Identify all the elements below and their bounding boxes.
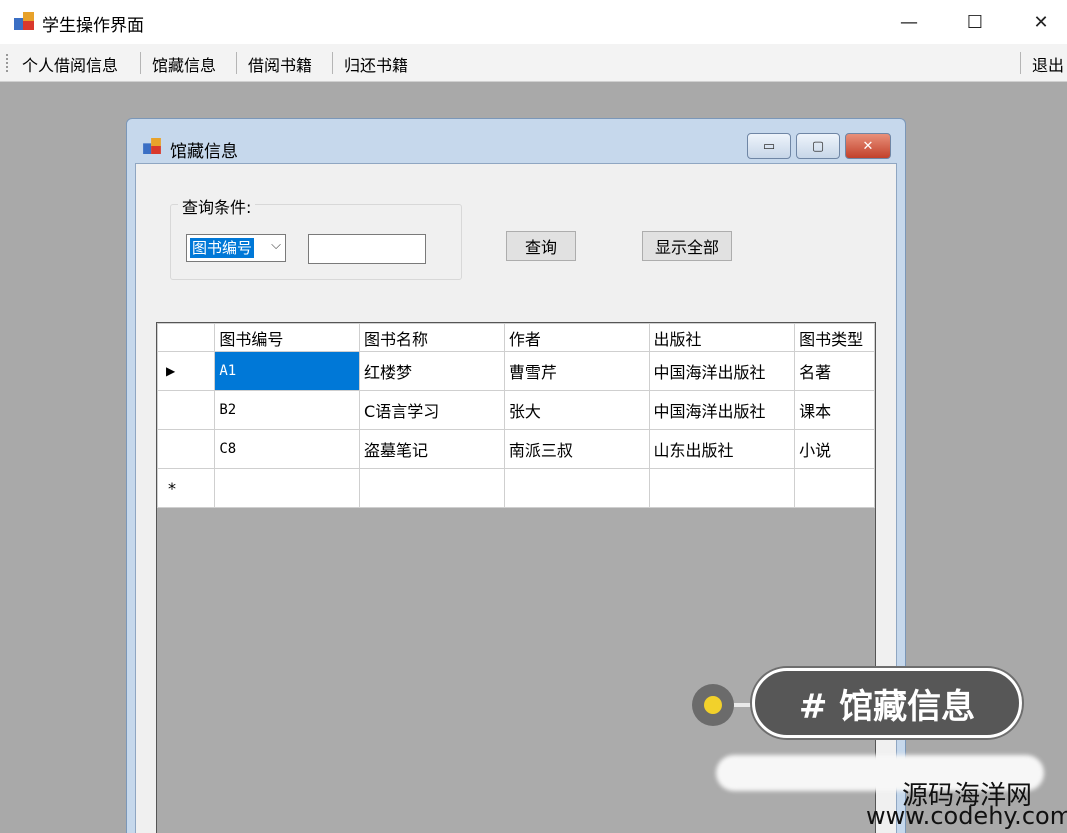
menu-item-exit[interactable]: 退出 (1032, 52, 1064, 76)
toolstrip-grip[interactable] (6, 54, 8, 72)
maximize-icon: ☐ (966, 11, 984, 33)
child-window-title: 馆藏信息 (170, 142, 238, 162)
table-cell[interactable]: 小说 (794, 429, 875, 469)
table-cell[interactable]: 中国海洋出版社 (648, 390, 796, 430)
grid-header-row: 图书编号 图书名称 作者 出版社 图书类型 (157, 323, 875, 352)
maximize-button[interactable]: ☐ (942, 0, 1008, 44)
table-cell[interactable]: 张大 (503, 390, 650, 430)
menu-item-personal-borrow[interactable]: 个人借阅信息 (22, 52, 118, 76)
table-cell[interactable]: C8 (214, 429, 361, 469)
column-header[interactable]: 作者 (503, 323, 650, 352)
menu-item-collection[interactable]: 馆藏信息 (152, 52, 216, 76)
table-cell[interactable]: A1 (214, 351, 361, 391)
window-title: 学生操作界面 (42, 16, 144, 36)
minimize-icon: — (900, 11, 918, 33)
child-minimize-button[interactable]: ▭ (747, 133, 791, 159)
table-cell[interactable]: 课本 (794, 390, 875, 430)
menu-separator (1020, 52, 1021, 74)
table-cell[interactable] (359, 468, 505, 508)
column-header[interactable]: 出版社 (648, 323, 796, 352)
table-cell[interactable] (214, 468, 361, 508)
column-header[interactable]: 图书类型 (794, 323, 875, 352)
table-cell[interactable]: 名著 (794, 351, 875, 391)
menu-separator (140, 52, 141, 74)
close-icon: ✕ (862, 138, 874, 154)
table-cell[interactable] (503, 468, 650, 508)
menu-separator (236, 52, 237, 74)
search-field-select[interactable]: 图书编号 ⌵ (186, 234, 286, 262)
table-cell[interactable]: 盗墓笔记 (359, 429, 505, 469)
search-field-selected: 图书编号 (190, 238, 255, 258)
query-button[interactable]: 查询 (506, 231, 576, 261)
section-tag: # 馆藏信息 (752, 668, 1022, 738)
table-cell[interactable]: C语言学习 (359, 390, 505, 430)
table-row[interactable]: C8 盗墓笔记 南派三叔 山东出版社 小说 (157, 429, 875, 469)
child-window-icon (143, 138, 161, 154)
menu-separator (332, 52, 333, 74)
table-row[interactable]: B2 C语言学习 张大 中国海洋出版社 课本 (157, 390, 875, 430)
table-cell[interactable] (794, 468, 875, 508)
watermark-url: www.codehy.com (866, 802, 1067, 830)
tag-dot-center (704, 696, 722, 714)
show-all-button[interactable]: 显示全部 (642, 231, 732, 261)
table-cell[interactable] (648, 468, 796, 508)
row-header[interactable] (157, 390, 216, 430)
menu-bar: 个人借阅信息 馆藏信息 借阅书籍 归还书籍 退出 (0, 44, 1067, 82)
tag-connector (734, 703, 754, 707)
chevron-down-icon: ⌵ (271, 238, 281, 253)
row-header[interactable] (157, 429, 216, 469)
restore-icon: ▢ (811, 138, 825, 154)
column-header[interactable]: 图书名称 (359, 323, 505, 352)
table-cell[interactable]: 山东出版社 (648, 429, 796, 469)
new-row[interactable]: * (157, 468, 875, 508)
new-row-indicator[interactable]: * (157, 468, 216, 508)
row-header-corner (157, 323, 216, 352)
minimize-button[interactable]: — (876, 0, 942, 44)
table-cell[interactable]: 红楼梦 (359, 351, 505, 391)
table-cell[interactable]: 南派三叔 (503, 429, 650, 469)
minimize-icon: ▭ (762, 138, 776, 154)
current-row-indicator[interactable]: ▶ (157, 351, 216, 391)
menu-item-return-book[interactable]: 归还书籍 (344, 52, 408, 76)
search-input[interactable] (308, 234, 426, 264)
app-icon (14, 12, 34, 30)
menu-item-borrow-book[interactable]: 借阅书籍 (248, 52, 312, 76)
close-button[interactable]: ✕ (1008, 0, 1067, 44)
table-cell[interactable]: 曹雪芹 (503, 351, 650, 391)
search-condition-label: 查询条件: (178, 194, 256, 218)
table-cell[interactable]: B2 (214, 390, 361, 430)
child-close-button[interactable]: ✕ (845, 133, 891, 159)
title-bar: 学生操作界面 — ☐ ✕ (0, 0, 1067, 44)
table-row[interactable]: ▶ A1 红楼梦 曹雪芹 中国海洋出版社 名著 (157, 351, 875, 391)
table-cell[interactable]: 中国海洋出版社 (648, 351, 796, 391)
child-maximize-button[interactable]: ▢ (796, 133, 840, 159)
close-icon: ✕ (1033, 11, 1049, 33)
column-header[interactable]: 图书编号 (214, 323, 361, 352)
